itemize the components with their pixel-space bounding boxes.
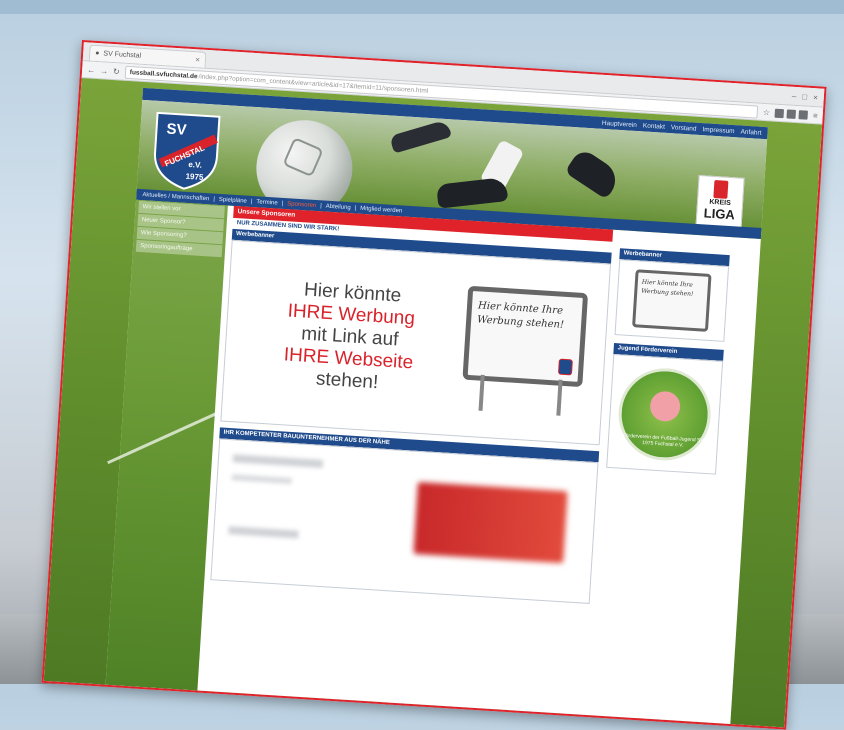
sign-post <box>478 374 485 411</box>
builders-ad[interactable] <box>210 438 599 604</box>
favicon-icon: ● <box>94 49 100 58</box>
topnav-item-anfahrt[interactable]: Anfahrt <box>740 128 761 136</box>
topnav-item-hauptverein[interactable]: Hauptverein <box>602 119 637 128</box>
extension-icon[interactable] <box>786 108 797 119</box>
browser-tab-title: SV Fuchstal <box>103 50 142 60</box>
pitch-line <box>107 403 236 465</box>
page-body: Wir stellen vor Neuer Sponsor? Wie Spons… <box>105 199 761 724</box>
ad-text: Hier könnte IHRE Werbung mit Link auf IH… <box>242 276 458 399</box>
blurred-truck-image <box>413 481 568 564</box>
mascot-icon <box>649 390 682 423</box>
mini-ad-sign-text: Hier könnte Ihre Werbung stehen! <box>641 278 694 298</box>
foerderverein-emblem: Förderverein der Fußball-Jugend SV 1975 … <box>615 365 714 464</box>
mainnav-item-termine[interactable]: Termine <box>256 199 278 206</box>
ad-sign-text: Hier könnte Ihre Werbung stehen! <box>476 300 565 331</box>
maximize-icon[interactable]: □ <box>802 92 807 101</box>
stage: ● SV Fuchstal × – □ × ← → ↻ fussball.svf… <box>22 10 842 730</box>
window-controls: – □ × <box>792 91 818 102</box>
page-viewport: Hauptverein Kontakt Vorstand Impressum A… <box>43 78 823 728</box>
blurred-text <box>228 526 299 539</box>
reload-icon[interactable]: ↻ <box>113 67 120 76</box>
boot-image <box>389 119 452 154</box>
url-host: fussball.svfuchstal.de <box>129 68 198 80</box>
kreisliga-badge-line2: LIGA <box>703 205 736 223</box>
dfl-logo-icon <box>713 179 729 199</box>
extension-icons <box>774 108 809 120</box>
browser-window: ● SV Fuchstal × – □ × ← → ↻ fussball.svf… <box>41 40 827 730</box>
forward-icon[interactable]: → <box>100 66 109 75</box>
mainnav-item-mitglied[interactable]: Mitglied werden <box>360 205 402 214</box>
mainnav-item-spielplaene[interactable]: Spielpläne <box>219 196 247 204</box>
ad-sign: Hier könnte Ihre Werbung stehen! <box>462 285 589 388</box>
topnav-item-vorstand[interactable]: Vorstand <box>671 124 697 133</box>
topnav-item-impressum[interactable]: Impressum <box>702 126 735 135</box>
right-sidebar: Werbebanner Hier könnte Ihre Werbung ste… <box>590 248 730 724</box>
menu-icon[interactable]: ≡ <box>813 111 818 120</box>
mini-ad-sign: Hier könnte Ihre Werbung stehen! <box>632 269 712 332</box>
main-content: Unsere Sponsoren NUR ZUSAMMEN SIND WIR S… <box>203 205 614 715</box>
boot-image <box>436 176 509 209</box>
club-logo-year: 1975 <box>185 172 204 182</box>
blurred-text <box>231 474 292 485</box>
foerderverein-emblem-text: Förderverein der Fußball-Jugend SV 1975 … <box>622 432 704 449</box>
boot-image <box>564 147 623 200</box>
right-ad-box[interactable]: Hier könnte Ihre Werbung stehen! <box>614 259 730 342</box>
back-icon[interactable]: ← <box>87 65 96 74</box>
close-window-icon[interactable]: × <box>813 93 818 102</box>
mainnav-item-sponsoren[interactable]: Sponsoren <box>287 201 316 209</box>
topnav-item-kontakt[interactable]: Kontakt <box>643 122 665 130</box>
club-logo-ev: e.V. <box>188 160 202 170</box>
club-logo[interactable]: SV FUCHSTAL e.V. 1975 <box>149 109 224 193</box>
blurred-text <box>232 454 324 468</box>
extension-icon[interactable] <box>798 109 809 120</box>
bookmark-star-icon[interactable]: ☆ <box>763 107 771 116</box>
ad-banner[interactable]: Hier könnte IHRE Werbung mit Link auf IH… <box>220 239 612 446</box>
website: Hauptverein Kontakt Vorstand Impressum A… <box>105 87 768 725</box>
sign-post <box>556 379 563 416</box>
club-logo-sv: SV <box>166 121 187 139</box>
extension-icon[interactable] <box>774 108 785 118</box>
minimize-icon[interactable]: – <box>792 91 797 100</box>
foerderverein-box[interactable]: Förderverein der Fußball-Jugend SV 1975 … <box>606 353 724 475</box>
mainnav-item-abteilung[interactable]: Abteilung <box>326 203 351 211</box>
club-badge-icon <box>557 358 573 376</box>
close-tab-icon[interactable]: × <box>195 55 200 64</box>
